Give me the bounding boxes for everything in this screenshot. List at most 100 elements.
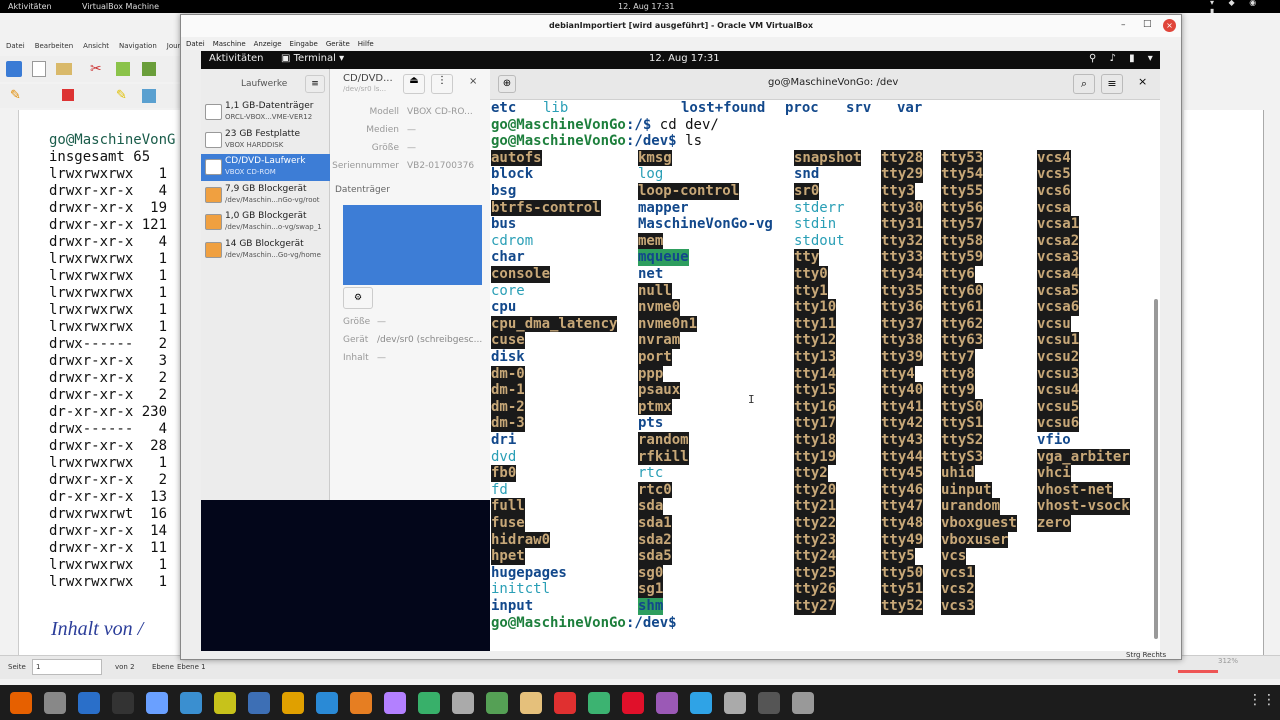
app-icon-9[interactable]	[588, 691, 610, 714]
ls-entry: vcs2	[941, 581, 975, 598]
app-icon-8[interactable]	[520, 691, 542, 714]
save-icon[interactable]	[6, 61, 22, 77]
guest-system-tray-icons[interactable]: ⚲ ♪ ▮ ▾	[1089, 53, 1158, 64]
app-icon-1[interactable]	[180, 691, 202, 714]
drive-item[interactable]: 1,0 GB Blockgerät/dev/Maschin...o-vg/swa…	[201, 209, 330, 236]
drives-sidebar: Laufwerke ≡ 1,1 GB-Datenträger ORCL-VBOX.…	[201, 69, 330, 500]
menu-ansicht[interactable]: Ansicht	[83, 42, 109, 50]
apps-grid-icon[interactable]: ⋮⋮	[1248, 692, 1276, 714]
search-icon[interactable]: ⌕	[1073, 74, 1095, 94]
new-document-icon[interactable]	[32, 61, 46, 77]
level-select[interactable]: Ebene 1	[177, 663, 206, 671]
opera-icon[interactable]	[622, 691, 644, 714]
ls-entry: sda1	[638, 515, 672, 532]
sidebar-menu-button[interactable]: ≡	[305, 75, 325, 93]
new-tab-button[interactable]: ⊕	[498, 75, 516, 93]
app-menu[interactable]: VirtualBox Machine	[82, 2, 159, 11]
eraser-icon[interactable]	[62, 89, 74, 101]
page-number-input[interactable]: 1	[32, 659, 102, 675]
app-icon-10[interactable]	[690, 691, 712, 714]
app-icon-11[interactable]	[724, 691, 746, 714]
menu-bearbeiten[interactable]: Bearbeiten	[35, 42, 73, 50]
hamburger-menu-icon[interactable]: ≡	[1101, 74, 1123, 94]
activities-button[interactable]: Aktivitäten	[8, 2, 52, 11]
copy-icon[interactable]	[116, 62, 130, 76]
drive-item[interactable]: 23 GB Festplatte VBOX HARDDISK	[201, 127, 330, 154]
ls-entry: vcs6	[1037, 183, 1071, 200]
drive-item[interactable]: CD/DVD-Laufwerk VBOX CD-ROM	[201, 154, 330, 181]
drive-options-button[interactable]: ⋮	[431, 74, 453, 94]
open-folder-icon[interactable]	[56, 63, 72, 75]
paste-icon[interactable]	[142, 62, 156, 76]
network-icon[interactable]	[248, 691, 270, 714]
doc-line: drwxr-xr-x 2	[49, 387, 168, 403]
vb-menu-hilfe[interactable]: Hilfe	[358, 40, 374, 48]
drive-item[interactable]: 1,1 GB-Datenträger ORCL-VBOX...VME-VER12	[201, 99, 330, 126]
drive-item[interactable]: 7,9 GB Blockgerät/dev/Maschin...nGo-vg/r…	[201, 182, 330, 209]
eject-button[interactable]: ⏏	[403, 74, 425, 94]
ls-entry: tty27	[794, 598, 837, 615]
host-clock[interactable]: 12. Aug 17:31	[618, 2, 674, 11]
app-icon-6[interactable]	[418, 691, 440, 714]
filezilla-icon[interactable]	[554, 691, 576, 714]
virtualbox-icon[interactable]	[656, 691, 678, 714]
terminal-scrollbar[interactable]	[1154, 299, 1158, 639]
settings-icon[interactable]	[452, 691, 474, 714]
app-icon-3[interactable]	[282, 691, 304, 714]
drive-item[interactable]: 14 GB Blockgerät/dev/Maschin...Go-vg/hom…	[201, 237, 330, 264]
vb-menu-anzeige[interactable]: Anzeige	[254, 40, 282, 48]
volume-bar[interactable]	[343, 205, 482, 285]
property-value: VB2-01700376	[407, 161, 475, 171]
property-value: VBOX CD-RO...	[407, 107, 473, 117]
host-key-label: Strg Rechts	[1126, 651, 1167, 659]
vscode-icon[interactable]	[316, 691, 338, 714]
guest-clock[interactable]: 12. Aug 17:31	[649, 53, 720, 64]
vb-menu-geraete[interactable]: Geräte	[326, 40, 350, 48]
image-icon[interactable]	[142, 89, 156, 103]
ls-entry: stderr	[794, 199, 845, 216]
firefox-icon[interactable]	[10, 691, 32, 714]
ls-entry: tty57	[941, 216, 984, 233]
cut-icon[interactable]: ✂	[90, 61, 102, 77]
vb-menu-eingabe[interactable]: Eingabe	[290, 40, 318, 48]
guest-activities-button[interactable]: Aktivitäten	[209, 53, 264, 64]
vb-menu-datei[interactable]: Datei	[186, 40, 205, 48]
terminal-close-icon[interactable]: ×	[1138, 75, 1147, 88]
editor-icon[interactable]	[146, 691, 168, 714]
terminal-icon[interactable]	[112, 691, 134, 714]
app-icon-13[interactable]	[792, 691, 814, 714]
zoom-slider[interactable]	[1178, 670, 1218, 673]
ls-entry: tty22	[794, 515, 837, 532]
ls-entry: uhid	[941, 465, 975, 482]
vb-menu-maschine[interactable]: Maschine	[213, 40, 246, 48]
writer-icon[interactable]	[78, 691, 100, 714]
ls-entry: tty15	[794, 382, 837, 399]
doc-line: lrwxrwxrwx 1	[49, 455, 168, 471]
menu-navigation[interactable]: Navigation	[119, 42, 157, 50]
ls-entry: tty4	[881, 365, 915, 383]
ls-entry: cuse	[491, 332, 525, 349]
app-icon-7[interactable]	[486, 691, 508, 714]
libreoffice-formatting-toolbar: ✎ ✎	[0, 84, 200, 108]
pencil-icon[interactable]: ✎	[10, 88, 21, 103]
doc-line: drwxr-xr-x 19	[49, 200, 168, 216]
app-icon-2[interactable]	[214, 691, 236, 714]
document-page[interactable]: go@MaschineVonG insgesamt 65 lrwxrwxrwx 1d…	[18, 110, 203, 655]
close-button[interactable]: ×	[1163, 19, 1176, 32]
ls-entry: nvram	[638, 332, 681, 349]
app-icon-12[interactable]	[758, 691, 780, 714]
highlighter-icon[interactable]: ✎	[116, 88, 127, 103]
disks-close-button[interactable]: ×	[469, 76, 477, 87]
files-icon[interactable]	[44, 691, 66, 714]
ls-entry: tty59	[941, 249, 984, 266]
volume-settings-button[interactable]: ⚙	[343, 287, 373, 309]
app-icon-5[interactable]	[384, 691, 406, 714]
terminal-output[interactable]: etc lib lost+found proc srv var go@MaschineVon…	[490, 100, 1155, 651]
app-icon-4[interactable]	[350, 691, 372, 714]
menu-datei[interactable]: Datei	[6, 42, 25, 50]
ls-entry: tty37	[881, 315, 924, 333]
terminal-app-menu[interactable]: ▣ Terminal ▾	[281, 53, 344, 64]
maximize-button[interactable]: □	[1143, 19, 1152, 29]
document-page-right[interactable]	[1184, 110, 1264, 655]
minimize-button[interactable]: –	[1121, 20, 1126, 30]
